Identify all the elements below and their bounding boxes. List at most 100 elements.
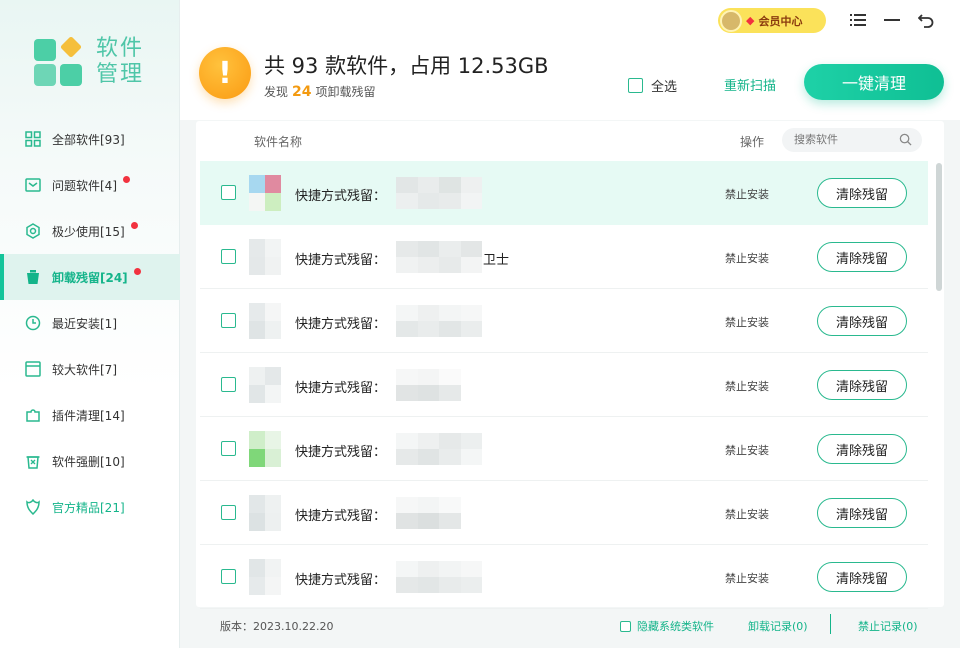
sidebar-item-7[interactable]: 软件强删[10]: [0, 438, 180, 484]
sidebar-item-8[interactable]: 官方精品[21]: [0, 484, 180, 530]
forbid-install-link[interactable]: 禁止安装: [725, 442, 769, 458]
checkbox[interactable]: [620, 620, 631, 632]
residue-name-suffix: 卫士: [483, 253, 510, 268]
residue-label: 快捷方式残留：: [295, 317, 387, 332]
grid-icon: [24, 130, 42, 148]
sidebar-item-3[interactable]: 卸载残留[24]: [0, 254, 180, 300]
redacted-name: [396, 561, 482, 593]
row-checkbox[interactable]: [221, 313, 236, 328]
back-icon[interactable]: [916, 10, 936, 30]
table-row[interactable]: 快捷方式残留： 禁止安装 清除残留: [200, 417, 928, 481]
table-row[interactable]: 快捷方式残留： 禁止安装 清除残留: [200, 481, 928, 545]
one-click-clean-button[interactable]: 一键清理: [804, 64, 944, 100]
checkbox[interactable]: [628, 78, 643, 93]
clear-residue-button[interactable]: 清除残留: [817, 434, 907, 464]
app-icon: [249, 431, 281, 467]
app-icon: [249, 495, 281, 531]
sidebar-item-0[interactable]: 全部软件[93]: [0, 116, 180, 162]
avatar: [720, 9, 742, 32]
residue-label: 快捷方式残留：: [295, 253, 387, 268]
residue-label: 快捷方式残留：: [295, 445, 387, 460]
scrollbar[interactable]: [936, 163, 942, 291]
app-icon: [249, 239, 281, 275]
clear-residue-button[interactable]: 清除残留: [817, 242, 907, 272]
footer: 版本：2023.10.22.20 隐藏系统类软件 卸载记录(0) 禁止记录(0): [180, 608, 960, 648]
sidebar-item-label: 软件强删[10]: [52, 454, 125, 469]
minimize-icon[interactable]: [882, 10, 902, 30]
table-row[interactable]: 快捷方式残留： 卫士 禁止安装 清除残留: [200, 225, 928, 289]
header: ! 共 93 款软件，占用 12.53GB 发现 24 项卸载残留 ◆ 会员中心 全…: [180, 0, 960, 120]
table-row[interactable]: 快捷方式残留： 禁止安装 清除残留: [200, 161, 928, 225]
sidebar-nav: 全部软件[93] 问题软件[4] 极少使用[15] 卸载残留[24] 最近安装[1] 较大…: [0, 116, 180, 530]
sidebar-item-label: 较大软件[7]: [52, 362, 117, 377]
menu-icon[interactable]: [848, 10, 868, 30]
app-icon: [249, 303, 281, 339]
software-table: 软件名称 操作 快捷方式残留：禁止安装清除残留快捷方式残留：卫士禁止安装清除残留…: [196, 121, 944, 609]
clear-residue-button[interactable]: 清除残留: [817, 178, 907, 208]
diamond-icon: ◆: [746, 14, 755, 27]
table-body: 快捷方式残留： 禁止安装 清除残留 快捷方式残留： 卫士 禁止安装 清除残留 快捷方式残留：禁…: [200, 161, 928, 609]
delete-bin-icon: [24, 452, 42, 470]
sidebar-item-1[interactable]: 问题软件[4]: [0, 162, 180, 208]
hexagon-gear-icon: [24, 222, 42, 240]
forbid-install-link[interactable]: 禁止安装: [725, 186, 769, 202]
row-checkbox[interactable]: [221, 505, 236, 520]
clear-residue-button[interactable]: 清除残留: [817, 562, 907, 592]
sidebar-item-label: 全部软件[93]: [52, 132, 125, 147]
rescan-button[interactable]: 重新扫描: [724, 75, 776, 94]
app-title: 软件 管理: [96, 36, 145, 87]
notification-dot: [130, 221, 138, 229]
residue-label: 快捷方式残留：: [295, 189, 387, 204]
clear-residue-button[interactable]: 清除残留: [817, 306, 907, 336]
logo-icon: [34, 35, 84, 87]
sidebar-item-5[interactable]: 较大软件[7]: [0, 346, 180, 392]
table-row[interactable]: 快捷方式残留： 禁止安装 清除残留: [200, 353, 928, 417]
sidebar-item-label: 卸载残留[24]: [52, 270, 128, 285]
sidebar-item-label: 问题软件[4]: [52, 178, 117, 193]
table-row[interactable]: 快捷方式残留： 禁止安装 清除残留: [200, 545, 928, 609]
column-op-header: 操作: [740, 135, 765, 149]
forbid-install-link[interactable]: 禁止安装: [725, 250, 769, 266]
table-row[interactable]: 快捷方式残留： 禁止安装 清除残留: [200, 289, 928, 353]
residue-label: 快捷方式残留：: [295, 381, 387, 396]
sidebar-item-2[interactable]: 极少使用[15]: [0, 208, 180, 254]
notification-dot: [133, 267, 141, 275]
search-icon[interactable]: [899, 133, 912, 146]
crown-icon: [24, 498, 42, 516]
redacted-name: [396, 305, 482, 337]
vip-center-button[interactable]: ◆ 会员中心: [718, 8, 826, 33]
select-all-checkbox[interactable]: 全选: [628, 76, 677, 95]
clear-residue-button[interactable]: 清除残留: [817, 498, 907, 528]
search-box[interactable]: [782, 128, 922, 152]
app-logo: 软件 管理: [34, 35, 145, 88]
row-checkbox[interactable]: [221, 185, 236, 200]
row-checkbox[interactable]: [221, 377, 236, 392]
clock-icon: [24, 314, 42, 332]
forbid-install-link[interactable]: 禁止安装: [725, 506, 769, 522]
uninstall-log-link[interactable]: 卸载记录(0): [748, 618, 808, 634]
puzzle-icon: [24, 406, 42, 424]
search-input[interactable]: [794, 133, 894, 146]
app-icon: [249, 175, 281, 211]
sidebar-item-label: 极少使用[15]: [52, 224, 125, 239]
ban-log-link[interactable]: 禁止记录(0): [858, 618, 918, 634]
clear-residue-button[interactable]: 清除残留: [817, 370, 907, 400]
row-checkbox[interactable]: [221, 249, 236, 264]
residue-label: 快捷方式残留：: [295, 509, 387, 524]
row-checkbox[interactable]: [221, 441, 236, 456]
notification-dot: [123, 175, 130, 183]
row-checkbox[interactable]: [221, 569, 236, 584]
column-name-header: 软件名称: [254, 135, 303, 149]
page-subtitle: 发现 24 项卸载残留: [264, 84, 376, 100]
redacted-name: [396, 177, 482, 209]
residue-count: 24: [292, 84, 312, 100]
sidebar-item-6[interactable]: 插件清理[14]: [0, 392, 180, 438]
redacted-name: [396, 369, 482, 401]
forbid-install-link[interactable]: 禁止安装: [725, 570, 769, 586]
warning-icon: !: [199, 47, 251, 99]
forbid-install-link[interactable]: 禁止安装: [725, 314, 769, 330]
forbid-install-link[interactable]: 禁止安装: [725, 378, 769, 394]
redacted-name: [396, 497, 482, 529]
sidebar-item-4[interactable]: 最近安装[1]: [0, 300, 180, 346]
hide-system-checkbox[interactable]: 隐藏系统类软件: [620, 618, 714, 634]
